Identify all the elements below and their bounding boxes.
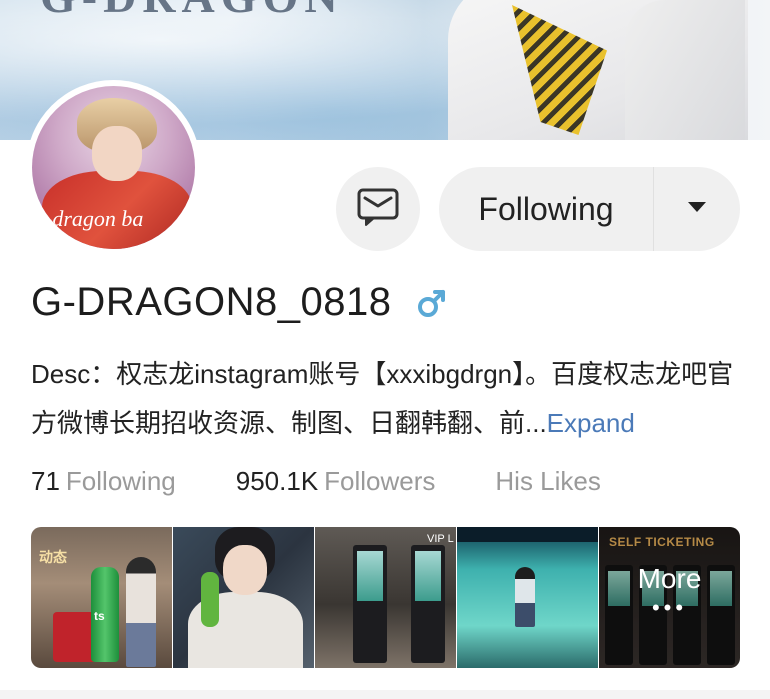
followers-count: 950.1K [235,466,319,496]
avatar-overlay-text: g-dragon ba [34,206,144,231]
thumb3-kiosk-2 [411,545,445,663]
media-thumbnail-strip: 动态 ts VIP L SELF TICKETING More ••• [31,527,740,668]
avatar-face [92,126,142,181]
avatar[interactable]: g-dragon ba [26,80,201,255]
thumb1-person [126,557,156,667]
banner-arm [625,0,745,140]
profile-stats: 71 Following 950.1K Followers His Likes [31,466,601,497]
media-thumbnail-more[interactable]: SELF TICKETING More ••• [599,527,740,668]
likes-stat[interactable]: His Likes [495,466,600,497]
thumb4-screen-top [457,527,598,542]
thumb2-bottle [201,572,219,627]
thumb2-face [223,545,267,595]
followers-stat[interactable]: 950.1K Followers [236,466,436,497]
username-row: G-DRAGON8_0818 [31,280,447,325]
caret-down-icon [686,200,708,219]
thumb1-sign: 动态 [39,549,67,565]
profile-description: Desc：权志龙instagram账号【xxxibgdrgn】。百度权志龙吧官方… [31,350,746,448]
expand-link[interactable]: Expand [547,408,635,438]
media-thumbnail-2[interactable] [173,527,314,668]
thumb1-bottle-label: ts [94,609,105,623]
following-count: 71 [31,466,60,496]
more-dots-icon: ••• [651,595,688,620]
message-button[interactable] [336,167,420,251]
message-envelope-icon [356,187,400,232]
thumb4-figure [515,567,535,627]
thumb3-vip-label: VIP L [427,533,454,545]
following-stat[interactable]: 71 Following [31,466,176,497]
media-thumbnail-4[interactable] [457,527,598,668]
following-button-label: Following [478,190,614,227]
followers-stat-label: Followers [324,466,436,496]
more-label: More [637,563,702,594]
following-button[interactable]: Following [439,167,740,251]
follow-dropdown-button[interactable] [654,200,740,219]
media-thumbnail-3[interactable]: VIP L [315,527,456,668]
thumb3-kiosk-1 [353,545,387,663]
avatar-image: g-dragon ba [32,86,195,249]
thumb3-kiosk-screen-2 [415,551,441,601]
username: G-DRAGON8_0818 [31,280,392,324]
banner-title: G-DRAGON [40,0,344,23]
male-symbol-icon [417,288,447,318]
following-stat-label: Following [65,466,176,496]
section-divider [0,690,770,699]
likes-stat-label: His Likes [495,466,601,496]
media-thumbnail-1[interactable]: 动态 ts [31,527,172,668]
thumb3-kiosk-screen-1 [357,551,383,601]
